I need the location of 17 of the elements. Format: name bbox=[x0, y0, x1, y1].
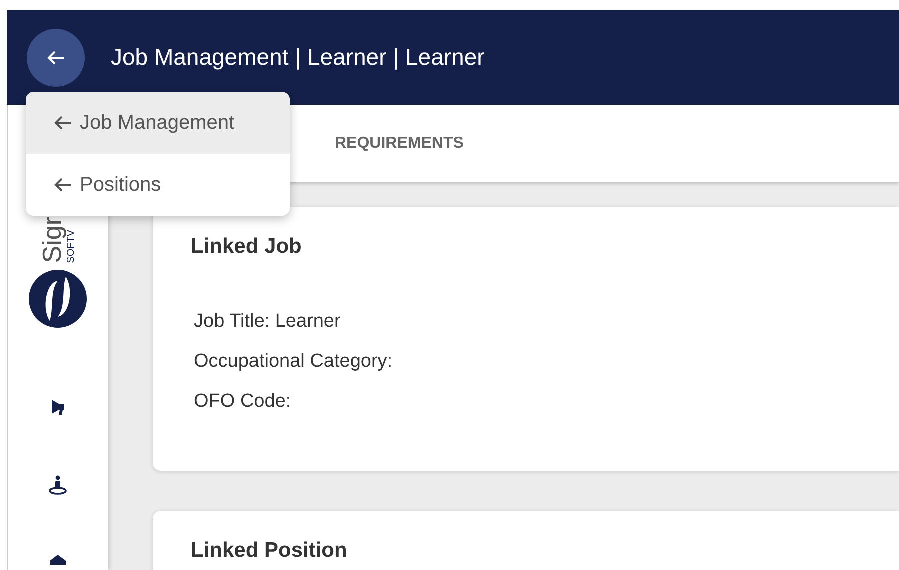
page-title: Job Management | Learner | Learner bbox=[111, 44, 485, 71]
card-title: Linked Position bbox=[191, 539, 348, 563]
megaphone-icon[interactable] bbox=[49, 399, 67, 418]
arrow-left-icon bbox=[54, 178, 72, 192]
breadcrumb-menu-item[interactable]: Job Management bbox=[26, 92, 290, 154]
arrow-left-icon bbox=[47, 50, 65, 64]
breadcrumb-menu-item[interactable]: Positions bbox=[26, 154, 290, 216]
field-text: Job Title: Learner bbox=[194, 311, 342, 333]
field-text: Occupational Category: bbox=[194, 351, 394, 373]
card-title: Linked Job bbox=[191, 235, 303, 259]
person-pin-icon[interactable] bbox=[48, 475, 68, 496]
arrow-left-icon bbox=[54, 116, 72, 130]
logo-wordmark: Sigr bbox=[39, 217, 65, 264]
logo-tagline: SOFTV bbox=[67, 230, 77, 264]
field-text: OFO Code: bbox=[194, 391, 292, 413]
tab[interactable]: REQUIREMENTS bbox=[335, 126, 464, 160]
logo-icon bbox=[28, 269, 88, 330]
